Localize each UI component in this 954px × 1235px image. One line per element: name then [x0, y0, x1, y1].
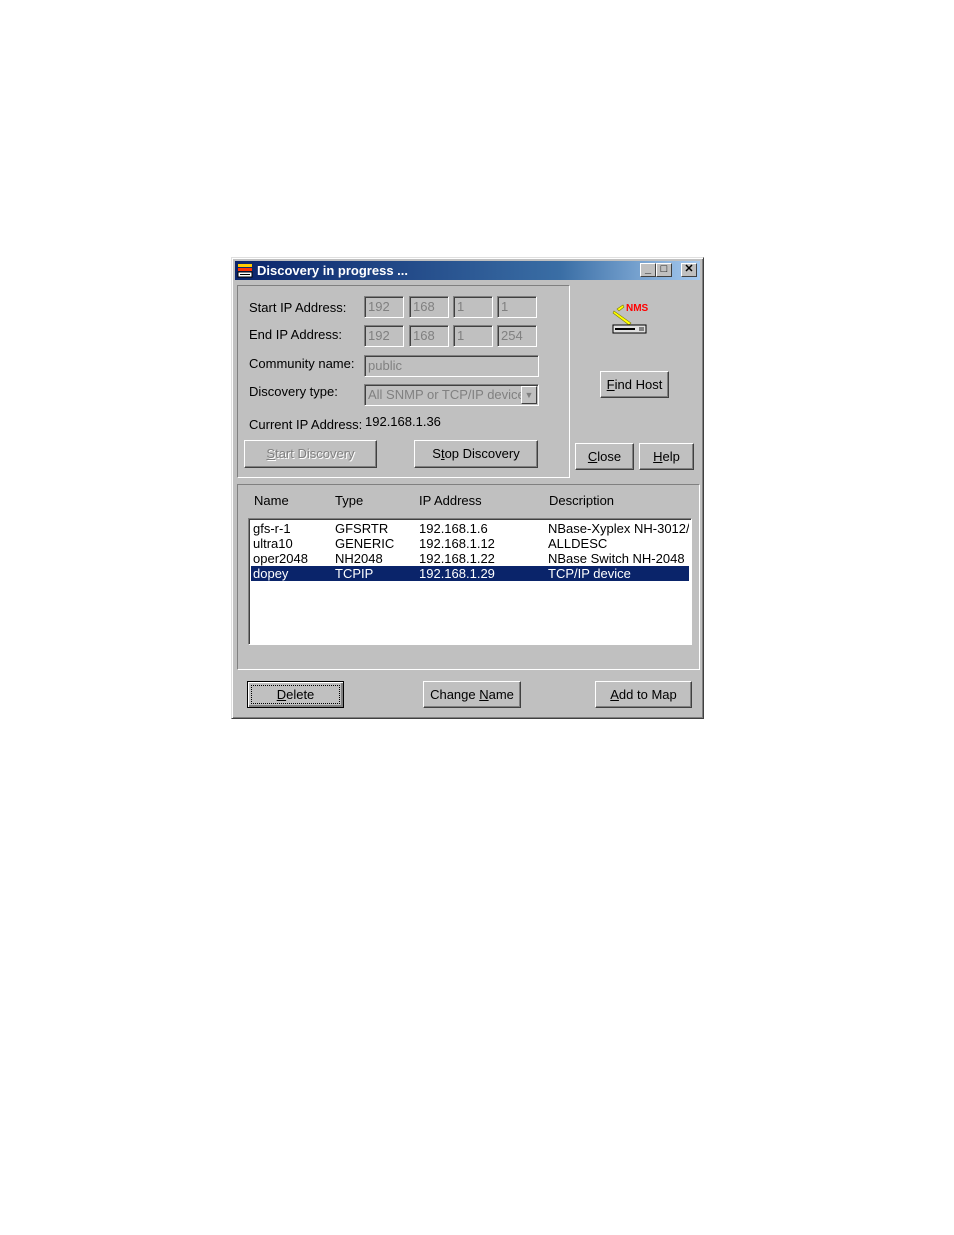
discovery-dialog: Discovery in progress ... _ □ ✕ Start IP… — [231, 257, 704, 719]
chevron-down-icon[interactable]: ▼ — [521, 386, 537, 404]
row-type: GENERIC — [335, 536, 395, 551]
row-type: TCPIP — [335, 566, 374, 581]
start-ip-octet-3[interactable]: 1 — [453, 296, 493, 318]
row-name: dopey — [253, 566, 289, 581]
column-header-description[interactable]: Description — [549, 493, 614, 508]
help-label: elp — [662, 449, 680, 464]
row-ip: 192.168.1.6 — [419, 521, 488, 536]
column-header-ip[interactable]: IP Address — [419, 493, 482, 508]
community-name-input[interactable]: public — [364, 355, 539, 377]
current-ip-value: 192.168.1.36 — [365, 414, 441, 429]
end-ip-octet-2[interactable]: 168 — [409, 325, 449, 347]
svg-text:NMS: NMS — [626, 303, 649, 314]
row-description: NBase Switch NH-2048 N — [548, 551, 689, 566]
community-name-label: Community name: — [249, 356, 355, 371]
row-name: gfs-r-1 — [253, 521, 291, 536]
change-name-label: ame — [488, 687, 514, 702]
discovery-type-select[interactable]: All SNMP or TCP/IP devices ▼ — [364, 384, 539, 406]
row-name: oper2048 — [253, 551, 308, 566]
start-discovery-button[interactable]: Start Discovery — [244, 440, 377, 468]
row-description: ALLDESC — [548, 536, 608, 551]
help-mnemonic: H — [653, 449, 663, 464]
row-ip: 192.168.1.29 — [419, 566, 495, 581]
end-ip-label: End IP Address: — [249, 327, 342, 342]
delete-button[interactable]: Delete — [247, 681, 344, 708]
close-label: lose — [597, 449, 622, 464]
close-button[interactable]: Close — [575, 443, 634, 470]
column-header-name[interactable]: Name — [254, 493, 289, 508]
row-ip: 192.168.1.22 — [419, 551, 495, 566]
find-host-label: ind Host — [614, 377, 663, 392]
row-description: NBase-Xyplex NH-3012/3 — [548, 521, 689, 536]
stop-discovery-label-pre: S — [432, 446, 441, 461]
add-to-map-mnemonic: A — [610, 687, 619, 702]
table-row[interactable]: gfs-r-1 GFSRTR 192.168.1.6 NBase-Xyplex … — [251, 521, 689, 536]
end-ip-octet-4[interactable]: 254 — [497, 325, 537, 347]
stop-discovery-button[interactable]: Stop Discovery — [414, 440, 538, 468]
window-title: Discovery in progress ... — [257, 263, 409, 278]
start-discovery-mnemonic: S — [266, 446, 276, 461]
start-discovery-label: tart Discovery — [275, 446, 355, 461]
change-name-mnemonic: N — [479, 687, 489, 702]
find-host-button[interactable]: Find Host — [600, 371, 669, 398]
title-bar[interactable]: Discovery in progress ... _ □ ✕ — [235, 261, 700, 280]
minimize-button[interactable]: _ — [640, 263, 656, 277]
row-ip: 192.168.1.12 — [419, 536, 495, 551]
end-ip-octet-1[interactable]: 192 — [364, 325, 404, 347]
table-row-selected[interactable]: dopey TCPIP 192.168.1.29 TCP/IP device — [251, 566, 689, 581]
device-list[interactable]: gfs-r-1 GFSRTR 192.168.1.6 NBase-Xyplex … — [248, 518, 692, 645]
change-name-label-pre: Change — [430, 687, 480, 702]
table-row[interactable]: oper2048 NH2048 192.168.1.22 NBase Switc… — [251, 551, 689, 566]
discovery-type-label: Discovery type: — [249, 384, 338, 399]
start-ip-label: Start IP Address: — [249, 300, 347, 315]
help-button[interactable]: Help — [639, 443, 694, 470]
end-ip-octet-3[interactable]: 1 — [453, 325, 493, 347]
app-icon — [237, 264, 253, 278]
maximize-icon: □ — [660, 263, 668, 275]
start-ip-octet-1[interactable]: 192 — [364, 296, 404, 318]
close-icon: ✕ — [684, 263, 694, 275]
row-name: ultra10 — [253, 536, 293, 551]
column-header-type[interactable]: Type — [335, 493, 363, 508]
add-to-map-label: dd to Map — [618, 687, 677, 702]
start-ip-octet-4[interactable]: 1 — [497, 296, 537, 318]
row-description: TCP/IP device — [548, 566, 631, 581]
close-window-button[interactable]: ✕ — [681, 263, 697, 277]
close-mnemonic: C — [587, 449, 598, 464]
table-row[interactable]: ultra10 GENERIC 192.168.1.12 ALLDESC — [251, 536, 689, 551]
nms-network-icon: NMS — [612, 303, 649, 334]
minimize-icon: _ — [644, 263, 652, 275]
discovery-type-value: All SNMP or TCP/IP devices — [368, 387, 532, 402]
stop-discovery-label: op Discovery — [444, 446, 520, 461]
current-ip-label: Current IP Address: — [249, 417, 363, 432]
add-to-map-button[interactable]: Add to Map — [595, 681, 692, 708]
maximize-button[interactable]: □ — [656, 263, 672, 277]
find-host-mnemonic: F — [606, 377, 615, 392]
change-name-button[interactable]: Change Name — [423, 681, 521, 708]
row-type: NH2048 — [335, 551, 383, 566]
row-type: GFSRTR — [335, 521, 389, 536]
start-ip-octet-2[interactable]: 168 — [409, 296, 449, 318]
focus-rect — [251, 685, 340, 704]
